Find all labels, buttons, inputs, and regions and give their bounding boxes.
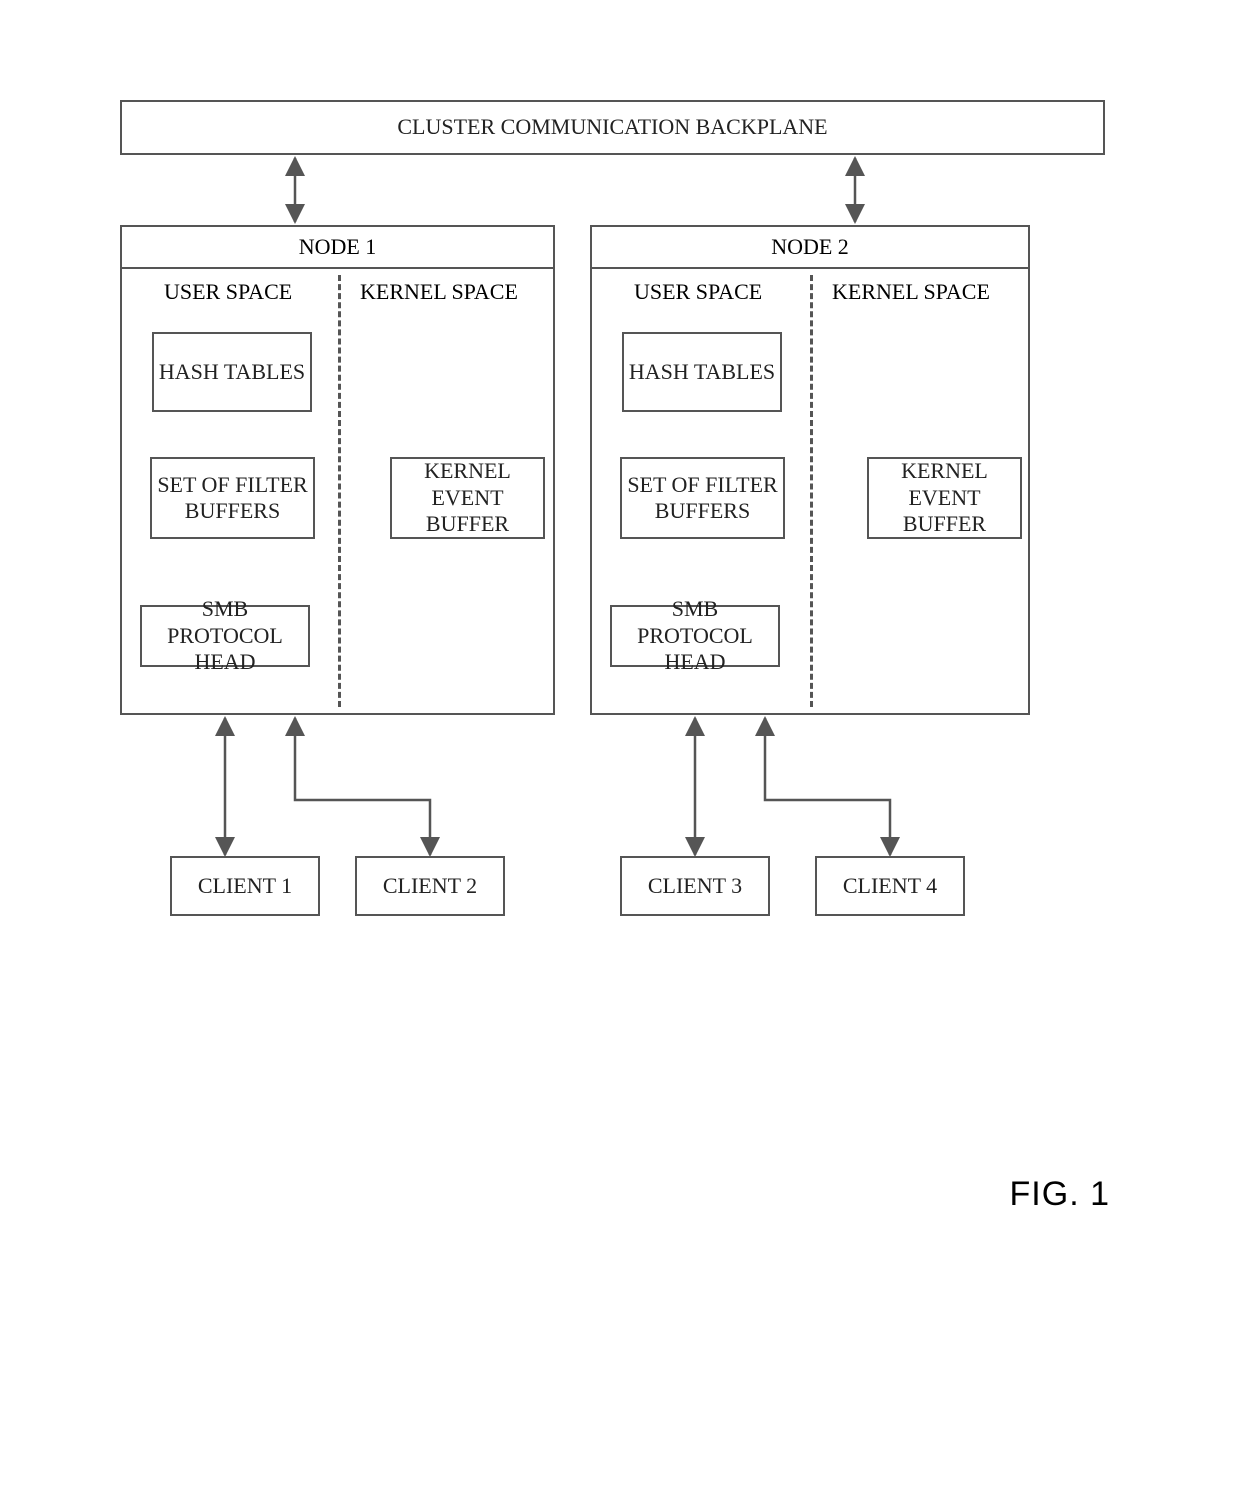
node-1-title: NODE 1 [122,227,553,269]
node-2-filter-buffers: SET OF FILTER BUFFERS [620,457,785,539]
node-2-divider [810,275,813,707]
node-1-kernel-space-label: KERNEL SPACE [360,279,518,305]
node-2-smb-head: SMB PROTOCOL HEAD [610,605,780,667]
cluster-backplane: CLUSTER COMMUNICATION BACKPLANE [120,100,1105,155]
figure-label: FIG. 1 [1010,1175,1110,1214]
node-2-title: NODE 2 [592,227,1028,269]
node-1: NODE 1 USER SPACE KERNEL SPACE HASH TABL… [120,225,555,715]
node-2: NODE 2 USER SPACE KERNEL SPACE HASH TABL… [590,225,1030,715]
client-1: CLIENT 1 [170,856,320,916]
node-2-user-space-label: USER SPACE [634,279,762,305]
client-2: CLIENT 2 [355,856,505,916]
node-1-filter-buffers: SET OF FILTER BUFFERS [150,457,315,539]
node-1-smb-head: SMB PROTOCOL HEAD [140,605,310,667]
node-1-kernel-event-buffer: KERNEL EVENT BUFFER [390,457,545,539]
client-4: CLIENT 4 [815,856,965,916]
node-2-kernel-event-buffer: KERNEL EVENT BUFFER [867,457,1022,539]
node-1-user-space-label: USER SPACE [164,279,292,305]
diagram-canvas: CLUSTER COMMUNICATION BACKPLANE NODE 1 U… [0,0,1240,1494]
node-1-divider [338,275,341,707]
node-2-hash-tables: HASH TABLES [622,332,782,412]
node-1-hash-tables: HASH TABLES [152,332,312,412]
client-3: CLIENT 3 [620,856,770,916]
node-2-kernel-space-label: KERNEL SPACE [832,279,990,305]
